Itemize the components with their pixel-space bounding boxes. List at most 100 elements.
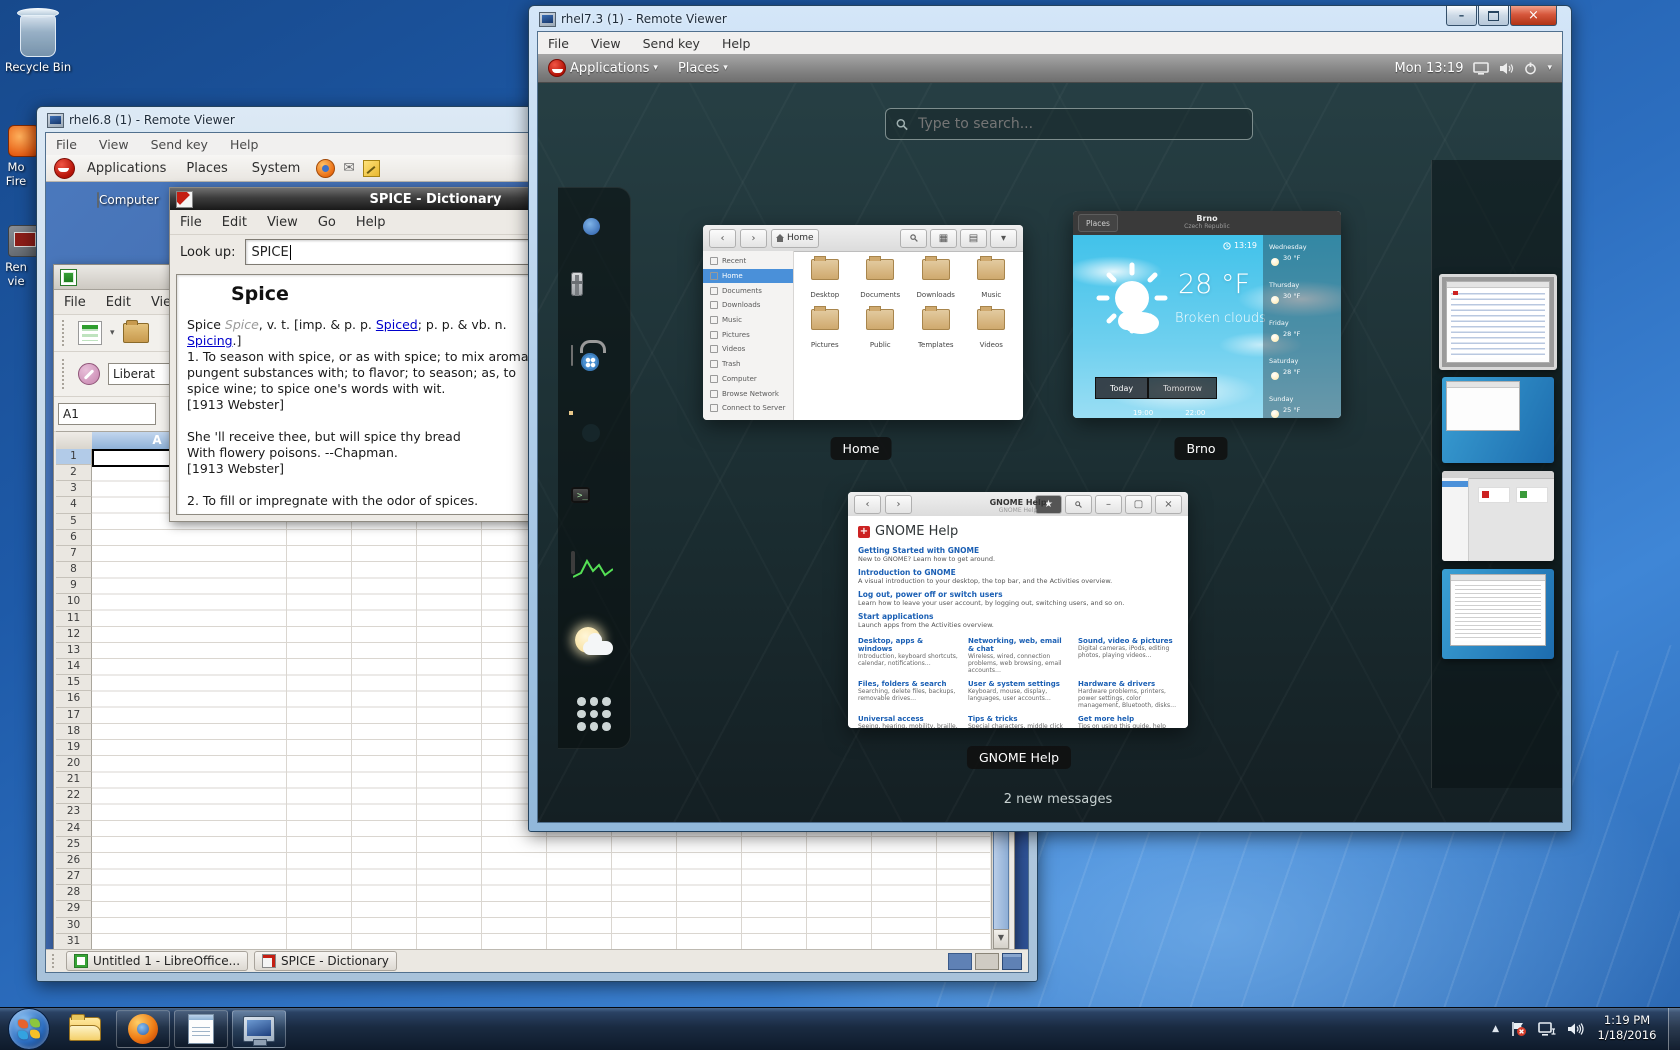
- sidebar-item-downloads[interactable]: Downloads: [703, 298, 793, 313]
- workspace-thumbnail-2[interactable]: [1442, 377, 1554, 463]
- gnome2-menu-applications[interactable]: Applications: [83, 161, 170, 176]
- help-topic-link[interactable]: Universal access: [858, 715, 958, 723]
- chevron-down-icon[interactable]: ▾: [1547, 63, 1552, 73]
- workspace-1[interactable]: [948, 952, 972, 970]
- rhel68-menu-help[interactable]: Help: [230, 137, 259, 152]
- forward-button[interactable]: ›: [740, 228, 767, 248]
- help-content[interactable]: + GNOME Help Getting Started with GNOME N…: [848, 516, 1188, 728]
- dict-menu-help[interactable]: Help: [356, 215, 386, 230]
- row-header-10[interactable]: 10: [56, 594, 92, 611]
- mail-launcher-icon[interactable]: ✉: [343, 160, 355, 176]
- rhel73-menu-send-key[interactable]: Send key: [643, 36, 700, 51]
- action-center-icon[interactable]: [1510, 1021, 1527, 1037]
- maximize-button[interactable]: ▢: [1125, 494, 1152, 514]
- help-topic-link[interactable]: User & system settings: [968, 680, 1068, 688]
- row-header-22[interactable]: 22: [56, 788, 92, 805]
- grid-view-button[interactable]: ▦: [930, 228, 957, 248]
- sidebar-item-music[interactable]: Music: [703, 313, 793, 328]
- view-options-button[interactable]: ▾: [990, 228, 1017, 248]
- row-header-25[interactable]: 25: [56, 836, 92, 853]
- row-header-30[interactable]: 30: [56, 917, 92, 934]
- volume-icon[interactable]: [1567, 1022, 1584, 1036]
- row-header-5[interactable]: 5: [56, 513, 92, 530]
- workspace-thumbnail-3[interactable]: [1442, 471, 1554, 561]
- folder-downloads[interactable]: Downloads: [908, 256, 964, 301]
- dash-software-icon[interactable]: [571, 345, 617, 392]
- weather-window-preview[interactable]: Places Brno Czech Republic 13:19 28 °F B…: [1073, 211, 1341, 418]
- row-header-13[interactable]: 13: [56, 642, 92, 660]
- sidebar-item-browse-network[interactable]: Browse Network: [703, 386, 793, 401]
- row-header-20[interactable]: 20: [56, 755, 92, 773]
- row-header-12[interactable]: 12: [56, 626, 92, 643]
- row-header-19[interactable]: 19: [56, 739, 92, 756]
- show-desktop-button[interactable]: [1668, 1008, 1680, 1050]
- bookmark-button[interactable]: ★: [1035, 494, 1062, 514]
- help-topic-link[interactable]: Log out, power off or switch users: [858, 590, 1178, 599]
- taskbar-notepad-button[interactable]: [174, 1010, 228, 1048]
- row-header-2[interactable]: 2: [56, 465, 92, 482]
- dict-menu-go[interactable]: Go: [318, 215, 336, 230]
- workspace-thumbnail-4[interactable]: [1442, 569, 1554, 659]
- rhel73-titlebar[interactable]: rhel7.3 (1) - Remote Viewer: [539, 10, 727, 28]
- row-header-14[interactable]: 14: [56, 659, 92, 676]
- folder-documents[interactable]: Documents: [853, 256, 909, 301]
- help-topic-link[interactable]: Get more help: [1078, 715, 1178, 723]
- cell-name-box[interactable]: A1: [58, 403, 156, 425]
- workspace-thumbnail-1[interactable]: [1439, 274, 1557, 370]
- sidebar-item-videos[interactable]: Videos: [703, 342, 793, 357]
- maximize-button[interactable]: [1478, 6, 1509, 26]
- rhel73-menu-file[interactable]: File: [548, 36, 569, 51]
- sidebar-item-connect-to-server[interactable]: Connect to Server: [703, 401, 793, 416]
- network-icon[interactable]: [1538, 1021, 1556, 1037]
- message-tray-summary[interactable]: 2 new messages: [1004, 792, 1113, 807]
- dash-firefox-icon[interactable]: [571, 206, 617, 252]
- chevron-down-icon[interactable]: ▾: [110, 328, 115, 338]
- row-header-6[interactable]: 6: [56, 529, 92, 546]
- row-header-7[interactable]: 7: [56, 545, 92, 563]
- dash-weather-icon[interactable]: [571, 621, 617, 667]
- minimize-button[interactable]: –: [1095, 494, 1122, 514]
- rhel73-menu-help[interactable]: Help: [722, 36, 751, 51]
- row-header-31[interactable]: 31: [56, 933, 92, 950]
- folder-desktop[interactable]: Desktop: [797, 256, 853, 301]
- help-topic-link[interactable]: Networking, web, email & chat: [968, 637, 1068, 653]
- applications-menu[interactable]: Applications ▾: [538, 54, 668, 82]
- taskbar-firefox-button[interactable]: [116, 1010, 170, 1048]
- weather-tab-today[interactable]: Today: [1095, 377, 1149, 399]
- help-window-preview[interactable]: ‹ › GNOME Help GNOME Help ★ – ▢ × + GNOM…: [848, 492, 1188, 728]
- row-header-28[interactable]: 28: [56, 885, 92, 902]
- dict-menu-view[interactable]: View: [267, 215, 298, 230]
- gnome2-menu-system[interactable]: System: [244, 161, 308, 176]
- row-header-11[interactable]: 11: [56, 610, 92, 627]
- row-header-4[interactable]: 4: [56, 497, 92, 514]
- vm-taskbar-button-spice-dictionary[interactable]: SPICE - Dictionary: [254, 951, 397, 971]
- row-header-17[interactable]: 17: [56, 707, 92, 724]
- row-header-23[interactable]: 23: [56, 804, 92, 821]
- search-button[interactable]: [1065, 494, 1092, 514]
- folder-templates[interactable]: Templates: [908, 306, 964, 351]
- row-header-16[interactable]: 16: [56, 691, 92, 708]
- customize-icon[interactable]: [78, 363, 100, 385]
- files-window-preview[interactable]: ‹ › Home ▦ ▤ ▾ Recent Home Documents Dow…: [703, 225, 1023, 420]
- list-view-button[interactable]: ▤: [960, 228, 987, 248]
- sidebar-item-computer[interactable]: Computer: [703, 372, 793, 387]
- grid-corner-box[interactable]: [56, 431, 93, 450]
- sidebar-item-documents[interactable]: Documents: [703, 283, 793, 298]
- row-header-26[interactable]: 26: [56, 852, 92, 870]
- rhel73-window[interactable]: rhel7.3 (1) - Remote Viewer – × File View…: [528, 5, 1572, 832]
- row-header-1[interactable]: 1: [56, 449, 92, 466]
- rhel68-titlebar[interactable]: rhel6.8 (1) - Remote Viewer: [47, 111, 235, 129]
- sidebar-item-pictures[interactable]: Pictures: [703, 327, 793, 342]
- help-topic-link[interactable]: Introduction to GNOME: [858, 568, 1178, 577]
- dash-files-icon[interactable]: [571, 272, 617, 322]
- row-header-27[interactable]: 27: [56, 869, 92, 886]
- new-document-icon[interactable]: [78, 321, 102, 345]
- sidebar-item-home[interactable]: Home: [703, 268, 793, 284]
- places-button[interactable]: Places: [1078, 214, 1118, 232]
- weather-tab-tomorrow[interactable]: Tomorrow: [1148, 377, 1217, 399]
- notes-launcher-icon[interactable]: [362, 159, 380, 177]
- places-menu[interactable]: Places ▾: [668, 54, 738, 82]
- folder-pictures[interactable]: Pictures: [797, 306, 853, 351]
- rhel68-menu-send-key[interactable]: Send key: [151, 137, 208, 152]
- rhel73-menu-view[interactable]: View: [591, 36, 621, 51]
